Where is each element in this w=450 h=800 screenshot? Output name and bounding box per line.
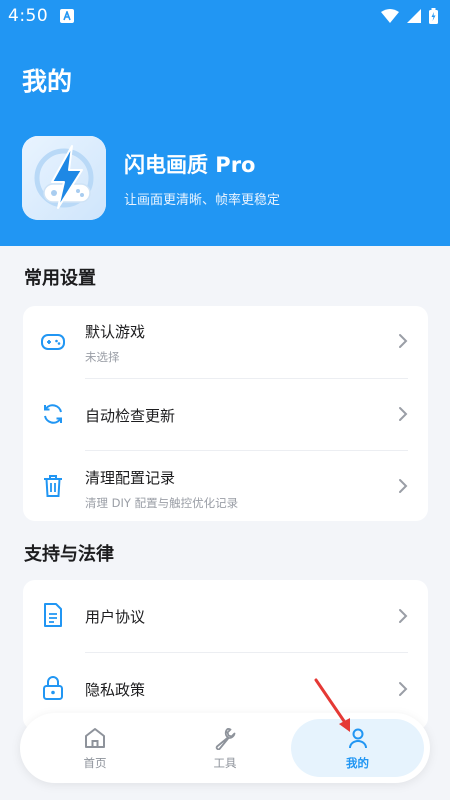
clear-config-description: 清理 DIY 配置与触控优化记录 bbox=[85, 496, 239, 510]
app-logo bbox=[22, 136, 106, 220]
app-info-card: 闪电画质 Pro 让画面更清晰、帧率更稳定 bbox=[22, 136, 280, 220]
page-title: 我的 bbox=[22, 67, 73, 96]
annotation-arrow-icon bbox=[314, 678, 350, 732]
nav-tab-home[interactable]: 首页 bbox=[40, 713, 150, 783]
nav-label-mine: 我的 bbox=[346, 755, 369, 770]
nav-tab-tools[interactable]: 工具 bbox=[170, 713, 280, 783]
section-title-legal: 支持与法律 bbox=[24, 544, 114, 565]
signal-icon bbox=[407, 9, 421, 23]
default-game-label: 默认游戏 bbox=[85, 323, 146, 341]
settings-item-clear-config[interactable]: 清理配置记录 清理 DIY 配置与触控优化记录 bbox=[23, 451, 428, 521]
common-settings-card: 默认游戏 未选择 自动检查更新 清理配置记录 清理 DIY 配置与触控优化记录 bbox=[23, 306, 428, 521]
settings-item-auto-update[interactable]: 自动检查更新 bbox=[23, 379, 428, 450]
status-bar: 4:50 bbox=[0, 0, 450, 32]
lock-icon bbox=[40, 675, 66, 701]
document-icon bbox=[40, 602, 66, 628]
chevron-right-icon bbox=[399, 682, 408, 696]
auto-update-label: 自动检查更新 bbox=[85, 407, 176, 425]
settings-item-default-game[interactable]: 默认游戏 未选择 bbox=[23, 306, 428, 378]
gamepad-icon bbox=[40, 329, 66, 355]
trash-icon bbox=[40, 473, 66, 499]
bottom-navigation: 首页 工具 我的 bbox=[20, 713, 430, 783]
wifi-icon bbox=[381, 9, 399, 23]
user-agreement-label: 用户协议 bbox=[85, 608, 146, 626]
app-name: 闪电画质 Pro bbox=[124, 152, 256, 177]
app-slogan: 让画面更清晰、帧率更稳定 bbox=[124, 192, 281, 208]
section-title-common: 常用设置 bbox=[24, 268, 96, 289]
battery-icon bbox=[429, 8, 438, 24]
home-icon bbox=[85, 727, 105, 748]
legal-item-user-agreement[interactable]: 用户协议 bbox=[23, 580, 428, 652]
legal-card: 用户协议 隐私政策 bbox=[23, 580, 428, 730]
status-time: 4:50 bbox=[8, 6, 49, 26]
chevron-right-icon bbox=[399, 609, 408, 623]
wrench-icon bbox=[215, 727, 236, 750]
chevron-right-icon bbox=[399, 334, 408, 348]
refresh-icon bbox=[40, 401, 66, 427]
notification-app-icon bbox=[60, 9, 75, 23]
privacy-policy-label: 隐私政策 bbox=[85, 681, 146, 699]
chevron-right-icon bbox=[399, 479, 408, 493]
default-game-value: 未选择 bbox=[85, 350, 120, 364]
nav-label-home: 首页 bbox=[83, 755, 107, 770]
nav-label-tools: 工具 bbox=[213, 755, 237, 770]
chevron-right-icon bbox=[399, 407, 408, 421]
profile-header: 4:50 我的 闪电画质 Pro 让画面更清晰、帧率更稳定 bbox=[0, 0, 450, 246]
clear-config-label: 清理配置记录 bbox=[85, 469, 176, 487]
